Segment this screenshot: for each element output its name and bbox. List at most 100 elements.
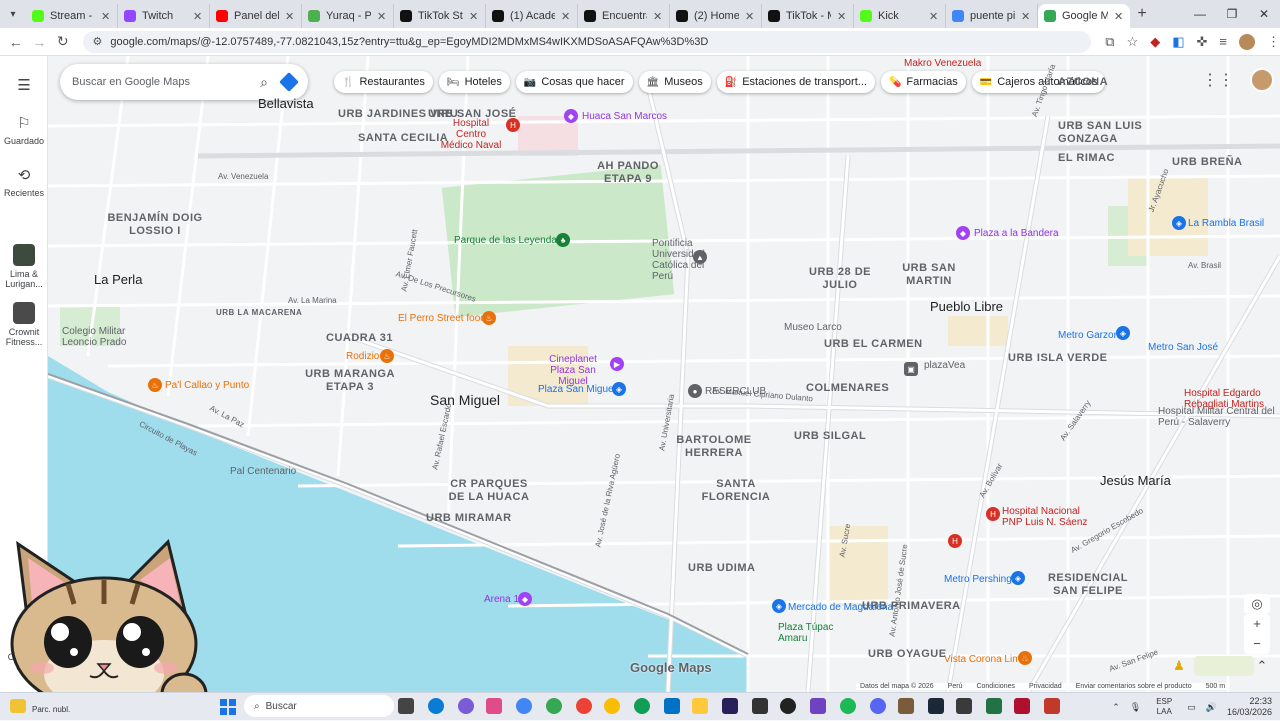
tab-close-icon[interactable]: ✕ — [1021, 10, 1031, 23]
country-link[interactable]: Perú — [948, 683, 963, 690]
install-app-icon[interactable]: ⧉ — [1105, 34, 1114, 50]
steam-icon[interactable] — [928, 698, 944, 714]
category-chip-fuel[interactable]: ⛽ Estaciones de transport... — [716, 71, 875, 93]
recent-place-2[interactable]: Crownit Fitness... — [0, 302, 48, 347]
snipping-tool-icon[interactable] — [486, 698, 502, 714]
poi-label[interactable]: Metro Garzon — [1058, 330, 1119, 341]
chrome-icon[interactable] — [604, 698, 620, 714]
chrome-icon[interactable] — [546, 698, 562, 714]
search-input[interactable]: Buscar en Google Maps — [72, 76, 260, 88]
poi-label[interactable]: Pal Centenario — [230, 466, 296, 477]
category-chip-pharmacy[interactable]: 💊 Farmacias — [880, 71, 966, 93]
site-info-icon[interactable]: ⚙ — [93, 35, 103, 48]
tab-close-icon[interactable]: ✕ — [193, 10, 203, 23]
volume-icon[interactable]: 🔊 — [1206, 702, 1217, 713]
chrome-icon[interactable] — [516, 698, 532, 714]
excel-icon[interactable] — [986, 698, 1002, 714]
poi-label[interactable]: Hospital Centro Médico Naval — [440, 118, 502, 151]
layers-button[interactable] — [1194, 656, 1254, 676]
my-location-icon[interactable]: ◎ — [1244, 594, 1270, 614]
minimize-icon[interactable]: — — [1184, 0, 1216, 28]
poi-label[interactable]: Metro San José — [1148, 342, 1218, 353]
poi-label[interactable]: Pontificia Universidad Católica del Perú — [652, 238, 708, 282]
obs-icon[interactable] — [780, 698, 796, 714]
shopping-pin-icon[interactable]: ◈ — [772, 599, 786, 613]
edge-icon[interactable] — [428, 698, 444, 714]
poi-label[interactable]: Makro Venezuela — [904, 58, 981, 69]
tab-close-icon[interactable]: ✕ — [377, 10, 387, 23]
tray-chevron-icon[interactable]: ⌃ — [1112, 702, 1120, 713]
profile-avatar[interactable] — [1239, 33, 1256, 50]
mic-icon[interactable]: 🎙 — [1130, 702, 1141, 713]
taskbar-search[interactable]: ⌕ Buscar — [244, 695, 394, 717]
back-icon[interactable]: ← — [4, 34, 28, 50]
search-icon[interactable]: ⌕ — [260, 74, 268, 91]
expand-chevron-icon[interactable]: ⌃ — [1254, 656, 1270, 676]
new-tab-button[interactable]: + — [1130, 5, 1154, 23]
browser-tab[interactable]: Kick ✕ — [854, 4, 946, 28]
poi-label[interactable]: La Rambla Brasil — [1188, 218, 1264, 229]
reload-icon[interactable]: ↻ — [51, 33, 75, 50]
hospital-pin-icon[interactable]: H — [986, 507, 1000, 521]
scale-bar[interactable]: 500 m — [1206, 683, 1225, 690]
network-icon[interactable]: ▭ — [1187, 702, 1196, 713]
browser-tab[interactable]: puente piedra ✕ — [946, 4, 1038, 28]
browser-tab[interactable]: (2) Home / X ✕ — [670, 4, 762, 28]
poi-label[interactable]: Mercado de Magdalena — [788, 602, 893, 613]
poi-label[interactable]: Vista Corona Lima — [944, 654, 1026, 665]
recent-button[interactable]: ⟲ Recientes — [0, 166, 48, 198]
privacy-link[interactable]: Privacidad — [1029, 683, 1062, 690]
browser-tab[interactable]: Twitch ✕ — [118, 4, 210, 28]
app-icon[interactable] — [1014, 698, 1030, 714]
tab-close-icon[interactable]: ✕ — [285, 10, 295, 23]
landmark-pin-icon[interactable]: ◆ — [518, 592, 532, 606]
search-box[interactable]: Buscar en Google Maps ⌕ — [60, 64, 308, 100]
feedback-link[interactable]: Enviar comentarios sobre el producto — [1076, 683, 1192, 690]
start-button-windows-icon[interactable] — [220, 699, 236, 715]
task-view-icon[interactable] — [398, 698, 414, 714]
restaurant-pin-icon[interactable]: ♨ — [380, 349, 394, 363]
weather-icon[interactable] — [10, 699, 26, 713]
landmark-pin-icon[interactable]: ◆ — [564, 109, 578, 123]
file-explorer-icon[interactable] — [692, 698, 708, 714]
google-apps-icon[interactable]: ⋮⋮ — [1202, 70, 1234, 90]
poi-label[interactable]: Plaza a la Bandera — [974, 228, 1059, 239]
copilot-icon[interactable] — [458, 698, 474, 714]
category-chip-camera[interactable]: 📷 Cosas que hacer — [515, 71, 633, 93]
poi-label[interactable]: Plaza Túpac Amaru — [778, 622, 838, 644]
browser-tab[interactable]: TikTok - Mak ✕ — [762, 4, 854, 28]
poi-label[interactable]: Museo Larco — [784, 322, 842, 333]
chrome-icon[interactable] — [576, 698, 592, 714]
poi-label[interactable]: Pa'l Callao y Punto — [165, 380, 249, 391]
gym-pin-icon[interactable]: ● — [688, 384, 702, 398]
category-chip-bed[interactable]: 🛏 Hoteles — [438, 71, 510, 93]
poi-label[interactable]: Parque de las Leyendas — [454, 235, 562, 246]
extension-icon[interactable]: ◆ — [1150, 34, 1160, 50]
clock[interactable]: 22:33 16/03/2026 — [1227, 696, 1272, 718]
tab-close-icon[interactable]: ✕ — [469, 10, 479, 23]
browser-tab[interactable]: Stream - Kick ✕ — [26, 4, 118, 28]
map-canvas[interactable]: Buscar en Google Maps ⌕ 🍴 Restaurantes 🛏 Ho… — [48, 56, 1280, 692]
poi-label[interactable]: Rodizio — [346, 351, 379, 362]
translate-icon[interactable]: ◧ — [1172, 34, 1184, 50]
recent-place-1[interactable]: Lima & Lurigan... — [0, 244, 48, 289]
bookmark-star-icon[interactable]: ☆ — [1127, 34, 1139, 50]
browser-tab[interactable]: Yuraq - Plan ✕ — [302, 4, 394, 28]
poi-label[interactable]: El Perro Street food — [398, 313, 486, 324]
cinema-pin-icon[interactable]: ▶ — [610, 357, 624, 371]
app-icon[interactable] — [956, 698, 972, 714]
tab-search-chevron-icon[interactable]: ▾ — [0, 0, 26, 28]
poi-label[interactable]: Plaza San Miguel — [538, 384, 616, 395]
category-chip-museum[interactable]: 🏛 Museos — [638, 71, 711, 93]
zoom-out-button[interactable]: − — [1244, 634, 1270, 654]
browser-tab[interactable]: Encuentra ✕ — [578, 4, 670, 28]
tab-close-icon[interactable]: ✕ — [929, 10, 939, 23]
app-icon[interactable] — [752, 698, 768, 714]
premiere-icon[interactable] — [722, 698, 738, 714]
forward-icon[interactable]: → — [28, 34, 52, 50]
tab-close-icon[interactable]: ✕ — [1114, 10, 1124, 23]
terms-link[interactable]: Condiciones — [976, 683, 1015, 690]
street-view-pegman-icon[interactable]: ♟ — [1170, 656, 1188, 676]
app-icon[interactable] — [1044, 698, 1060, 714]
tab-close-icon[interactable]: ✕ — [653, 10, 663, 23]
